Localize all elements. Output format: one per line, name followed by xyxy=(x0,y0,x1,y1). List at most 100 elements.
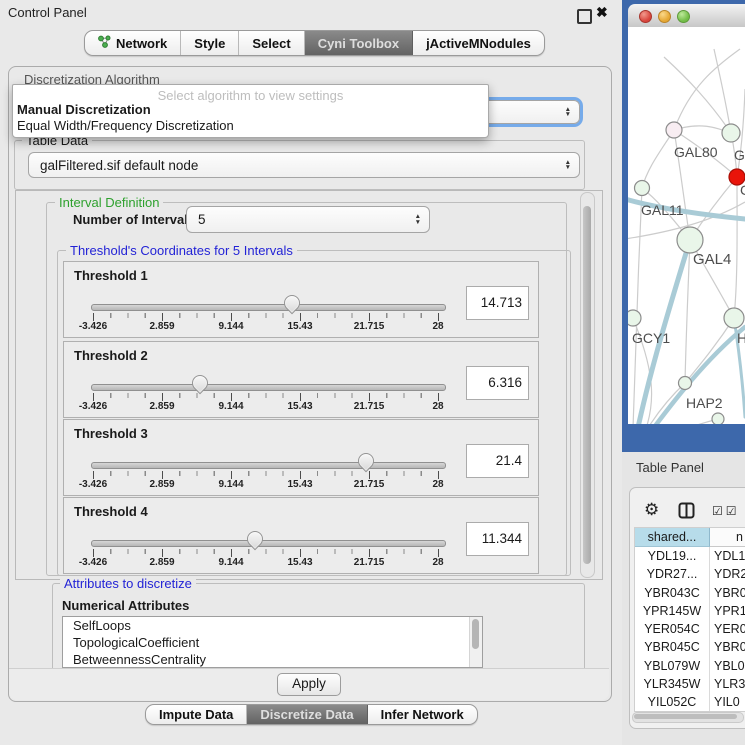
tab-cyni-toolbox-label: Cyni Toolbox xyxy=(318,36,399,51)
tab-network[interactable]: Network xyxy=(85,31,181,55)
num-intervals-value: 5 xyxy=(187,212,407,227)
table-row[interactable]: YIL052CYIL0 xyxy=(635,693,745,711)
cell[interactable]: YBL079W xyxy=(635,657,710,675)
panel-title: Control Panel xyxy=(8,5,87,20)
cell[interactable]: YBR043C xyxy=(635,584,710,602)
cell[interactable]: YPR145W xyxy=(635,602,710,620)
threshold-3-slider[interactable] xyxy=(91,462,446,469)
tick-label: -3.426 xyxy=(79,401,107,412)
attributes-group-title: Attributes to discretize xyxy=(60,576,196,591)
cell[interactable]: YER0 xyxy=(710,620,745,638)
cell[interactable]: YDR2 xyxy=(710,565,745,583)
scrollbar-thumb[interactable] xyxy=(472,619,479,649)
settings-vertical-scrollbar[interactable] xyxy=(580,192,595,578)
tab-infer-network[interactable]: Infer Network xyxy=(368,705,477,724)
node-h[interactable] xyxy=(724,308,744,328)
tab-select[interactable]: Select xyxy=(239,31,304,55)
cell[interactable]: YIL0 xyxy=(710,693,745,711)
node-table[interactable]: shared... n YDL19...YDL1 YDR27...YDR2 YB… xyxy=(634,527,745,712)
network-canvas[interactable]: GAL80 GA C GAL11 GAL4 GCY1 H HAP2 xyxy=(628,27,745,424)
node-pink[interactable] xyxy=(666,122,682,138)
table-row[interactable]: YDL19...YDL1 xyxy=(635,547,745,565)
threshold-2-slider[interactable] xyxy=(91,384,446,391)
list-item[interactable]: SelfLoops xyxy=(63,617,482,634)
table-row[interactable]: YBR043CYBR0 xyxy=(635,584,745,602)
cell[interactable]: YBL0 xyxy=(710,657,745,675)
cell[interactable]: YBR0 xyxy=(710,584,745,602)
window-close-traffic-icon[interactable] xyxy=(639,10,652,23)
table-data-combobox[interactable]: galFiltered.sif default node ▲▼ xyxy=(28,152,580,178)
tick-label: 2.859 xyxy=(149,401,174,412)
node-gal11[interactable] xyxy=(635,181,650,196)
network-window-titlebar[interactable] xyxy=(628,4,745,28)
num-intervals-spinner[interactable]: 5 ▲▼ xyxy=(186,206,430,233)
scrollbar-thumb[interactable] xyxy=(634,714,737,719)
list-item[interactable]: BetweennessCentrality xyxy=(63,651,482,668)
cell[interactable]: YPR1 xyxy=(710,602,745,620)
scrollbar-thumb[interactable] xyxy=(583,206,591,564)
threshold-2-value-field[interactable]: 6.316 xyxy=(466,366,529,400)
table-horizontal-scrollbar[interactable] xyxy=(632,712,744,723)
cell[interactable]: YLR345W xyxy=(635,675,710,693)
table-row[interactable]: YBR045CYBR0 xyxy=(635,638,745,656)
threshold-4-slider[interactable] xyxy=(91,540,446,547)
apply-strip: Apply xyxy=(9,668,609,700)
dropdown-option-manual[interactable]: Manual Discretization xyxy=(17,102,151,117)
table-row[interactable]: YER054CYER0 xyxy=(635,620,745,638)
list-item[interactable]: TopologicalCoefficient xyxy=(63,634,482,651)
tick-label: 9.144 xyxy=(218,557,243,568)
numerical-attributes-list[interactable]: SelfLoops TopologicalCoefficient Between… xyxy=(62,616,483,668)
tick-label: 28 xyxy=(432,557,443,568)
node-gcy1[interactable] xyxy=(628,310,641,326)
interval-definition-title: Interval Definition xyxy=(55,195,163,210)
table-row[interactable]: YPR145WYPR1 xyxy=(635,602,745,620)
dropdown-option-equal-width[interactable]: Equal Width/Frequency Discretization xyxy=(17,118,234,133)
threshold-4-value-field[interactable]: 11.344 xyxy=(466,522,529,556)
threshold-1-value-field[interactable]: 14.713 xyxy=(466,286,529,320)
float-window-icon[interactable] xyxy=(577,9,592,24)
table-row[interactable]: YDR27...YDR2 xyxy=(635,565,745,583)
tab-impute-data[interactable]: Impute Data xyxy=(146,705,247,724)
threshold-1-slider[interactable] xyxy=(91,304,446,311)
tick-label: 15.43 xyxy=(287,479,312,490)
node-green[interactable] xyxy=(722,124,740,142)
cell[interactable]: YDL1 xyxy=(710,547,745,565)
node-label-gcy1: GCY1 xyxy=(632,330,670,346)
spinner-arrows-icon: ▲▼ xyxy=(557,107,579,118)
close-icon[interactable]: ✖ xyxy=(596,4,608,21)
window-zoom-traffic-icon[interactable] xyxy=(677,10,690,23)
list-scrollbar[interactable] xyxy=(469,617,482,667)
cell[interactable]: YDR27... xyxy=(635,565,710,583)
table-row[interactable]: YLR345WYLR3 xyxy=(635,675,745,693)
cell[interactable]: YBR045C xyxy=(635,638,710,656)
tab-jactivemnodules[interactable]: jActiveMNodules xyxy=(413,31,544,55)
gear-icon[interactable]: ⚙ xyxy=(644,500,659,520)
cell[interactable]: YLR3 xyxy=(710,675,745,693)
select-columns-icons[interactable]: ☑☑ xyxy=(712,504,740,518)
bottom-tab-strip: Impute Data Discretize Data Infer Networ… xyxy=(145,704,478,725)
node-bottom[interactable] xyxy=(712,413,724,424)
threshold-3-panel: Threshold 3 -3.426 2.859 9.144 15.43 21.… xyxy=(63,419,539,496)
cell[interactable]: YDL19... xyxy=(635,547,710,565)
cell[interactable]: YBR0 xyxy=(710,638,745,656)
cell[interactable]: YER054C xyxy=(635,620,710,638)
tab-impute-data-label: Impute Data xyxy=(159,707,233,722)
tab-discretize-data[interactable]: Discretize Data xyxy=(247,705,367,724)
apply-button[interactable]: Apply xyxy=(277,673,341,696)
slider-major-ticks xyxy=(93,393,439,401)
top-tab-strip: Network Style Select Cyni Toolbox jActiv… xyxy=(84,30,545,56)
table-row[interactable]: YBL079WYBL0 xyxy=(635,657,745,675)
tab-discretize-data-label: Discretize Data xyxy=(260,707,353,722)
tab-cyni-toolbox[interactable]: Cyni Toolbox xyxy=(305,31,413,55)
node-gal4[interactable] xyxy=(677,227,703,253)
window-minimize-traffic-icon[interactable] xyxy=(658,10,671,23)
threshold-4-panel: Threshold 4 -3.426 2.859 9.144 15.43 21.… xyxy=(63,497,539,574)
cell[interactable]: YIL052C xyxy=(635,693,710,711)
split-view-icon[interactable] xyxy=(678,502,695,524)
node-hap2[interactable] xyxy=(679,377,692,390)
tab-style[interactable]: Style xyxy=(181,31,239,55)
threshold-3-value-field[interactable]: 21.4 xyxy=(466,444,529,478)
column-header-shared-name[interactable]: shared... xyxy=(635,528,710,547)
spinner-arrows-icon: ▲▼ xyxy=(407,214,429,225)
column-header-name[interactable]: n xyxy=(710,528,745,547)
